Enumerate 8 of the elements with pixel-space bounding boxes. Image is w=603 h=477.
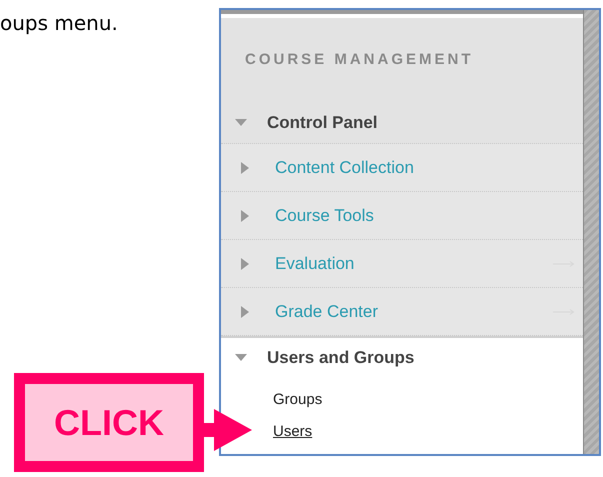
callout-box: CLICK xyxy=(14,373,204,472)
panel-heading: COURSE MANAGEMENT xyxy=(245,50,474,70)
menu-section-header[interactable]: Users and Groups xyxy=(221,338,583,378)
pointer-arrow-icon xyxy=(204,409,252,451)
menu-section-header[interactable]: Control Panel xyxy=(221,103,583,143)
menu-link[interactable]: Groups xyxy=(273,388,322,412)
caption-text: oups menu. xyxy=(0,11,118,35)
menu-link[interactable]: Users xyxy=(273,420,312,444)
